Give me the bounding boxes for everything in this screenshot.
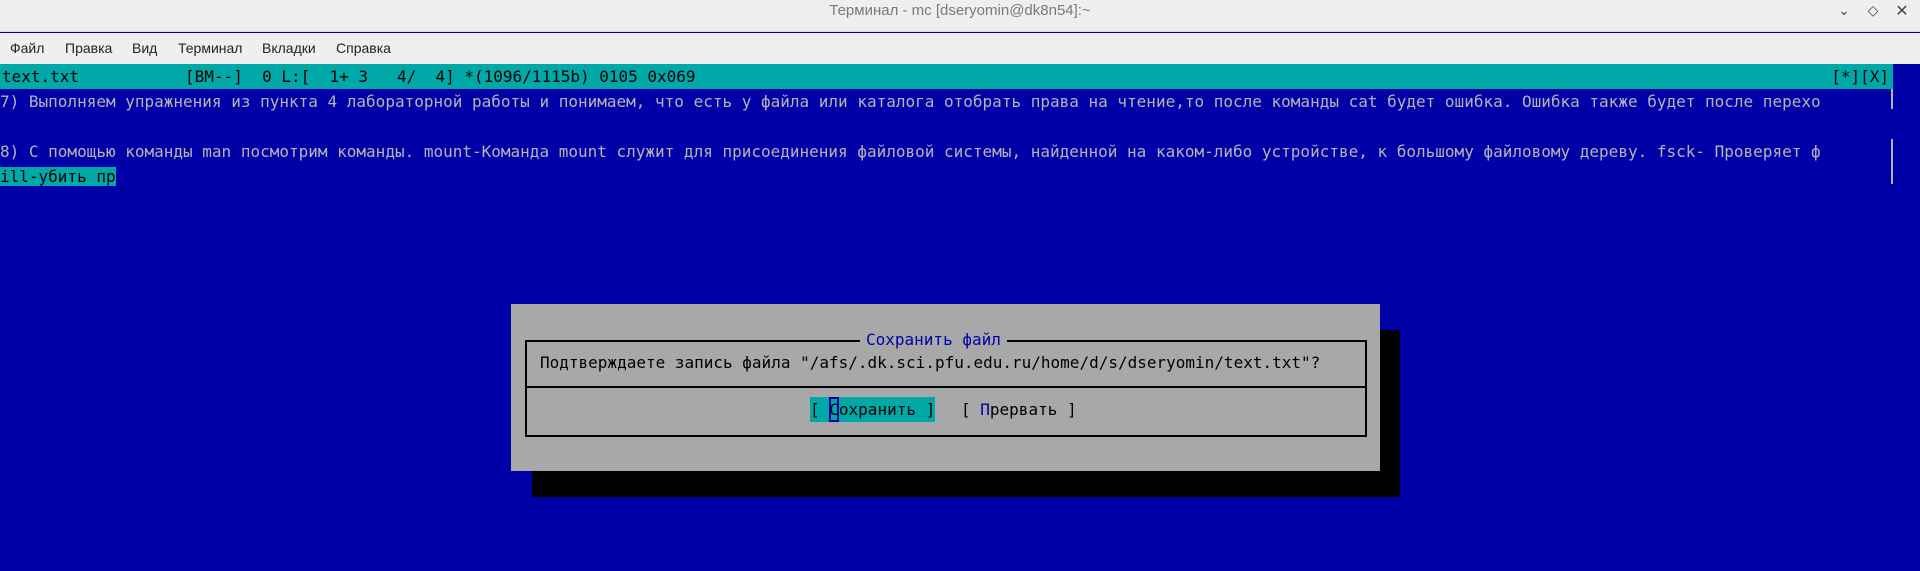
selected-text: ill-убить пр — [0, 167, 116, 186]
menu-help[interactable]: Справка — [336, 33, 391, 64]
save-file-dialog: Сохранить файл Подтверждаете запись файл… — [511, 304, 1380, 471]
terminal-area[interactable]: text.txt [BM--] 0 L:[ 1+ 3 4/ 4] *(1096/… — [0, 64, 1920, 571]
minimize-icon[interactable]: ⌄ — [1835, 2, 1853, 20]
menu-terminal[interactable]: Терминал — [178, 33, 242, 64]
editor-status-line: text.txt [BM--] 0 L:[ 1+ 3 4/ 4] *(1096/… — [0, 64, 1893, 89]
restore-icon[interactable]: ◇ — [1864, 2, 1882, 20]
close-icon[interactable]: ✕ — [1893, 2, 1911, 20]
abort-button[interactable]: [ Прервать ] — [961, 397, 1077, 422]
menu-bar: Файл Правка Вид Терминал Вкладки Справка — [0, 33, 1920, 64]
menu-view[interactable]: Вид — [132, 33, 157, 64]
dialog-separator — [527, 386, 1365, 388]
abort-button-label: рервать ] — [989, 400, 1077, 419]
save-button[interactable]: [ Сохранить ] — [810, 397, 936, 422]
abort-button-open: [ — [961, 400, 981, 419]
menu-tabs[interactable]: Вкладки — [262, 33, 316, 64]
save-button-open: [ — [810, 400, 830, 419]
editor-window-buttons[interactable]: [*][X] — [1831, 64, 1889, 89]
editor-status-info: text.txt [BM--] 0 L:[ 1+ 3 4/ 4] *(1096/… — [2, 67, 696, 86]
abort-button-hotkey: П — [980, 400, 990, 419]
window-title: Терминал - mc [dseryomin@dk8n54]:~ — [829, 2, 1091, 19]
window-titlebar: Терминал - mc [dseryomin@dk8n54]:~ ⌄ ◇ ✕ — [0, 0, 1920, 32]
editor-line: ill-убить пр — [0, 164, 116, 189]
line-overflow-marker — [1891, 139, 1893, 184]
menu-edit[interactable]: Правка — [65, 33, 112, 64]
line-overflow-marker — [1891, 89, 1893, 109]
save-button-hotkey: С — [829, 397, 839, 422]
dialog-title: Сохранить файл — [860, 327, 1007, 352]
menu-file[interactable]: Файл — [10, 33, 44, 64]
dialog-message: Подтверждаете запись файла "/afs/.dk.sci… — [540, 353, 1321, 372]
editor-line: 7) Выполняем упражнения из пункта 4 лабо… — [0, 92, 1821, 111]
save-button-label: охранить ] — [838, 400, 936, 419]
editor-line: 8) С помощью команды man посмотрим коман… — [0, 142, 1821, 161]
